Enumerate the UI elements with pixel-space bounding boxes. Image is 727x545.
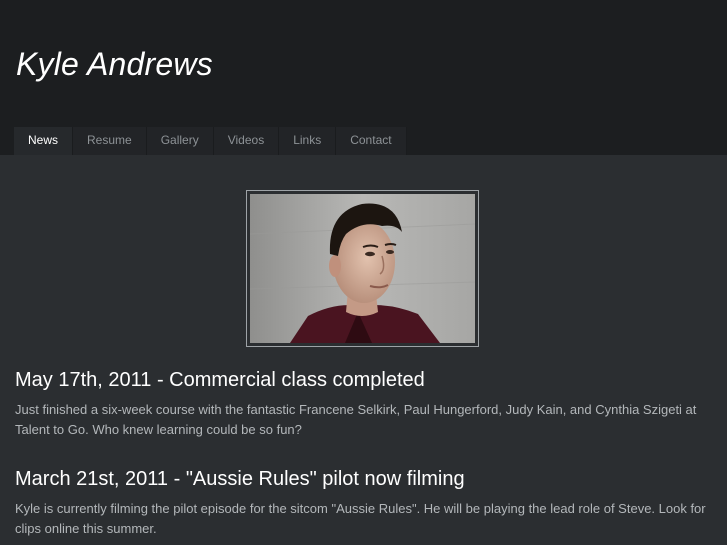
- headshot-photo: [250, 194, 475, 343]
- post-title: May 17th, 2011 - Commercial class comple…: [15, 369, 425, 391]
- headshot-illustration: [250, 194, 475, 343]
- nav-item-contact[interactable]: Contact: [336, 127, 407, 155]
- site-title[interactable]: Kyle Andrews: [16, 46, 213, 83]
- news-posts: May 17th, 2011 - Commercial class comple…: [15, 368, 715, 539]
- post-body: Kyle is currently filming the pilot epis…: [15, 501, 706, 536]
- nav-item-links[interactable]: Links: [279, 127, 337, 155]
- nav-item-resume[interactable]: Resume: [73, 127, 147, 155]
- news-post: March 21st, 2011 - "Aussie Rules" pilot …: [15, 467, 715, 539]
- site-header: Kyle Andrews News Resume Gallery Videos …: [0, 0, 727, 155]
- main-nav: News Resume Gallery Videos Links Contact: [14, 127, 407, 155]
- nav-item-news[interactable]: News: [14, 127, 74, 155]
- headshot-frame: [246, 190, 479, 347]
- nav-item-gallery[interactable]: Gallery: [146, 127, 214, 155]
- news-post: May 17th, 2011 - Commercial class comple…: [15, 368, 715, 440]
- post-title: March 21st, 2011 - "Aussie Rules" pilot …: [15, 468, 465, 490]
- post-body: Just finished a six-week course with the…: [15, 402, 697, 437]
- nav-item-videos[interactable]: Videos: [213, 127, 280, 155]
